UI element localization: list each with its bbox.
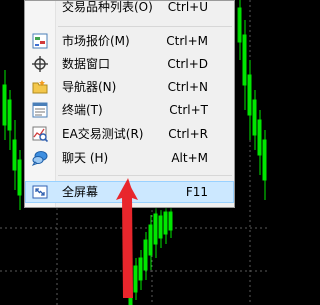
menu-item-navigator[interactable]: 导航器(N) Ctrl+N: [25, 76, 234, 98]
menu-separator: [58, 175, 232, 176]
menu-item-shortcut: Ctrl+M: [166, 34, 208, 48]
menu-item-label: 导航器(N): [62, 80, 117, 94]
menu-item-shortcut: Ctrl+R: [168, 127, 208, 141]
menu-item-shortcut: Ctrl+N: [167, 80, 208, 94]
strategy-tester-icon: [32, 126, 48, 142]
menu-item-terminal[interactable]: 终端(T) Ctrl+T: [25, 99, 234, 121]
menu-item-shortcut: Ctrl+D: [167, 57, 208, 71]
chat-bubble-icon: [32, 150, 48, 166]
menu-item-chat[interactable]: 聊天 (H) Alt+M: [25, 147, 234, 169]
navigator-folder-icon: [32, 79, 48, 95]
market-watch-icon: [32, 33, 48, 49]
crosshair-icon: [32, 56, 48, 72]
menu-separator: [58, 26, 232, 27]
menu-item-label: 聊天 (H): [62, 151, 109, 165]
menu-item-strategy-tester[interactable]: EA交易测试(R) Ctrl+R: [25, 123, 234, 145]
menu-item-shortcut: Ctrl+T: [169, 103, 208, 117]
menu-item-label: EA交易测试(R): [62, 127, 144, 141]
menu-item-label: 数据窗口: [62, 57, 111, 71]
menu-item-shortcut: Ctrl+U: [167, 0, 208, 14]
view-dropdown-menu: 交易品种列表(O) Ctrl+U 市场报价(M) Ctrl+M 数据窗口 Ctr…: [24, 0, 235, 208]
menu-item-shortcut: F11: [185, 185, 208, 199]
menu-item-label: 交易品种列表(O): [62, 0, 153, 14]
menu-item-shortcut: Alt+M: [171, 151, 208, 165]
terminal-icon: [32, 102, 48, 118]
menu-item-label: 终端(T): [62, 103, 103, 117]
fullscreen-icon: [32, 184, 48, 200]
menu-item-symbols-list[interactable]: 交易品种列表(O) Ctrl+U: [25, 0, 234, 18]
menu-item-label: 全屏幕: [62, 185, 99, 199]
menu-item-label: 市场报价(M): [62, 34, 130, 48]
menu-item-fullscreen[interactable]: 全屏幕 F11: [25, 181, 234, 203]
menu-item-market-watch[interactable]: 市场报价(M) Ctrl+M: [25, 30, 234, 52]
menu-item-data-window[interactable]: 数据窗口 Ctrl+D: [25, 53, 234, 75]
